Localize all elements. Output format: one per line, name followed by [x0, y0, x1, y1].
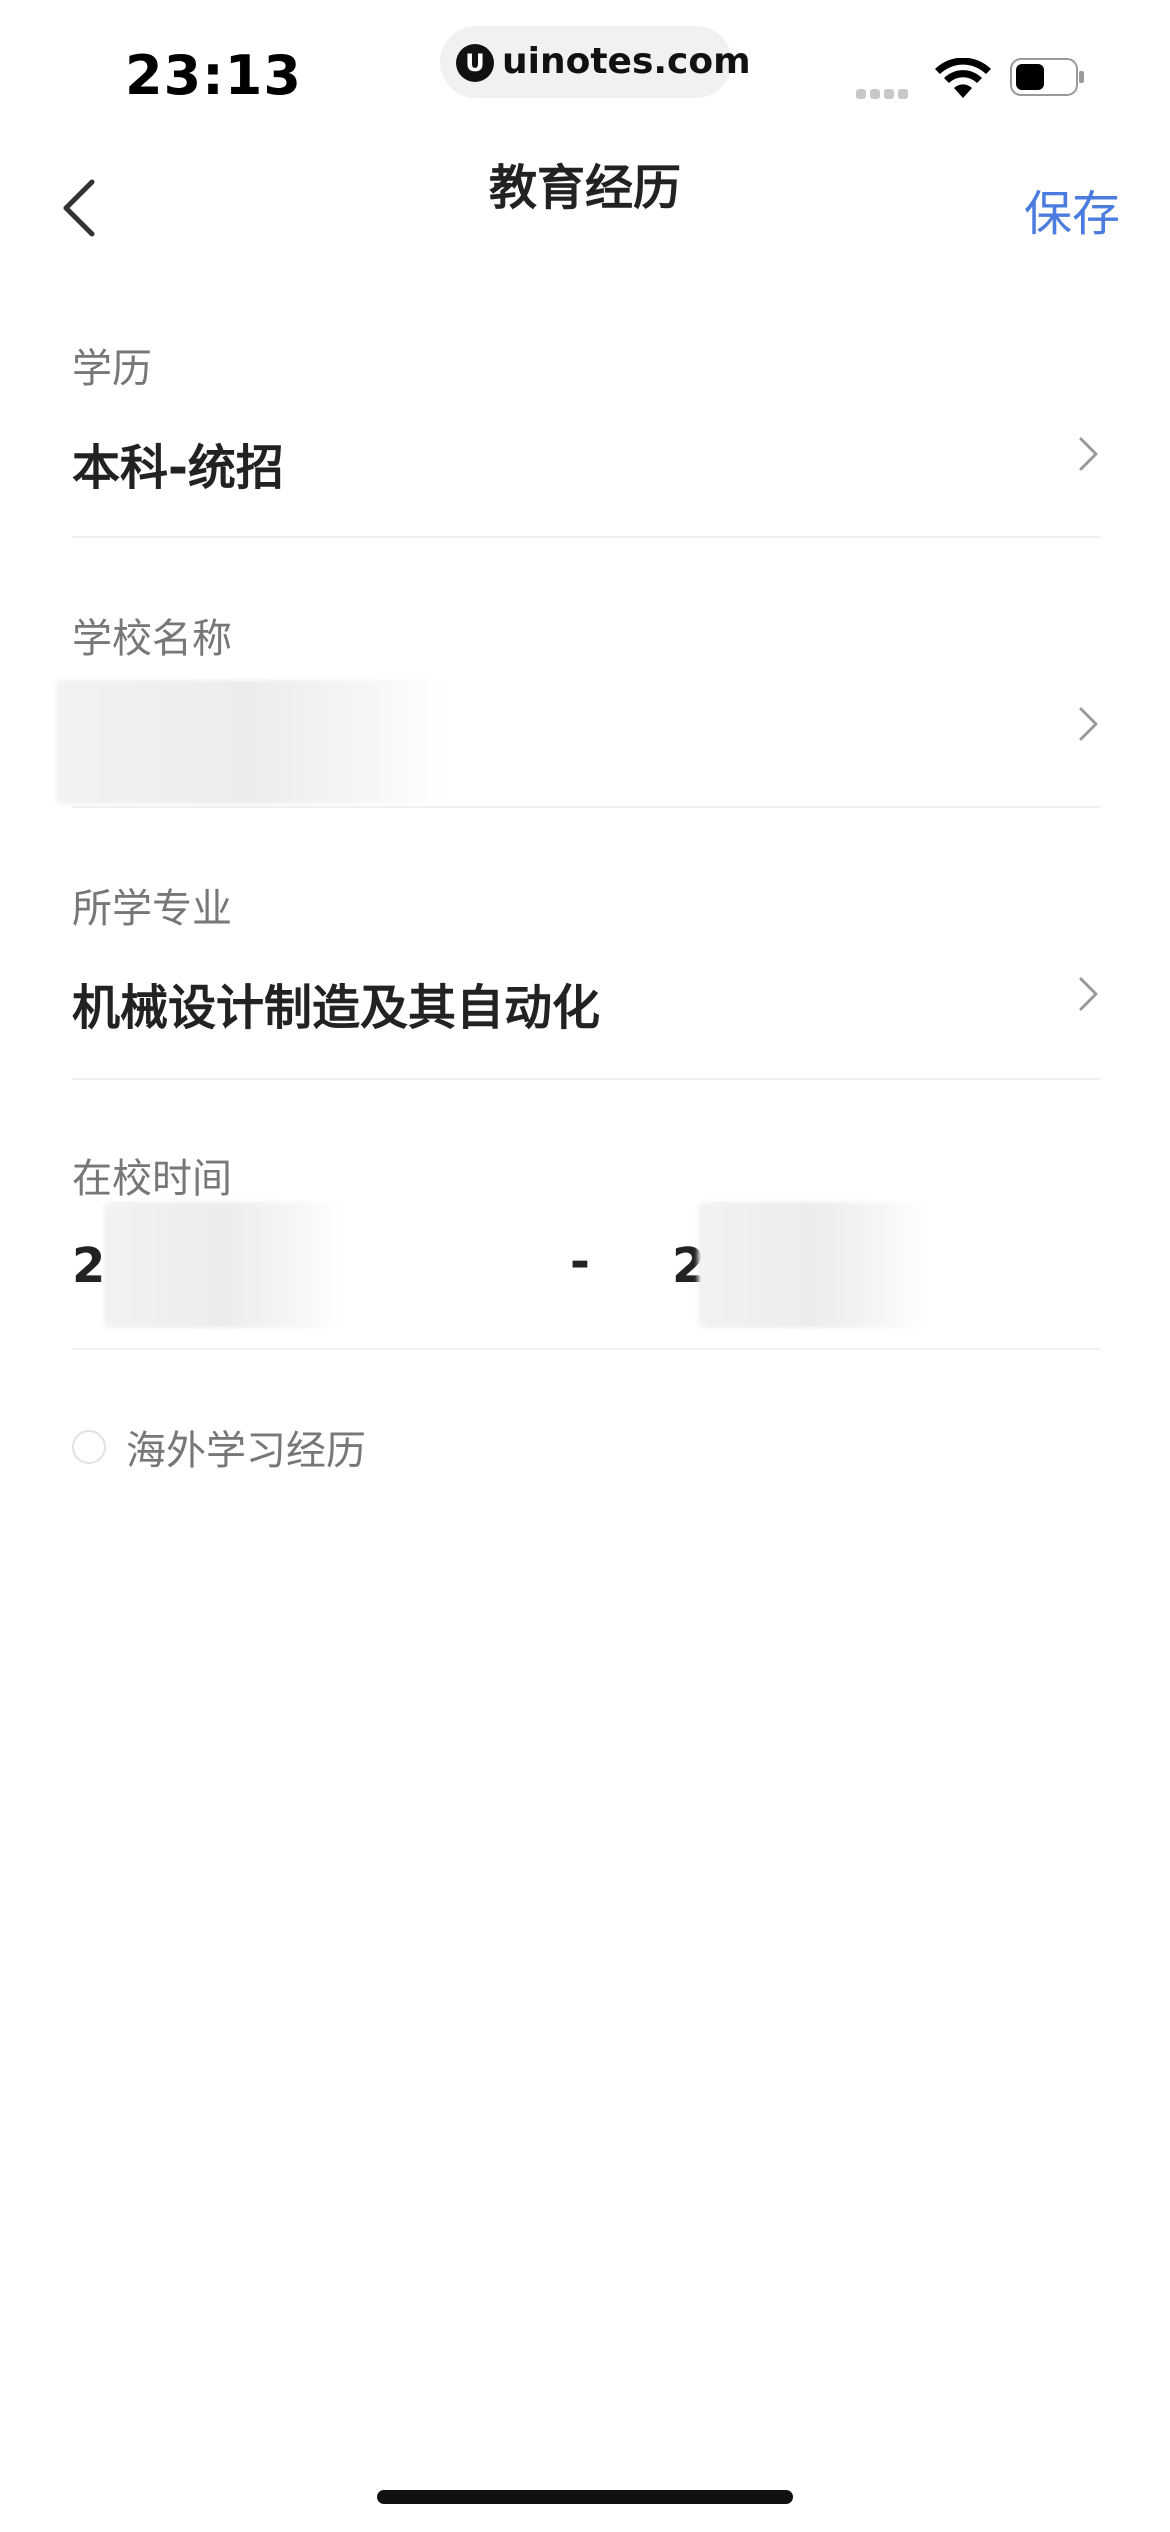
page-title: 教育经历 [488, 160, 681, 216]
date-separator: - [570, 1234, 590, 1290]
overseas-study-label: 海外学习经历 [126, 1428, 366, 1474]
major-row[interactable]: 所学专业 机械设计制造及其自动化 [72, 870, 1100, 1080]
radio-unchecked-icon[interactable] [72, 1430, 106, 1464]
major-value: 机械设计制造及其自动化 [72, 980, 601, 1036]
end-date-blurred [698, 1202, 928, 1328]
divider [72, 1348, 1100, 1350]
school-name-label: 学校名称 [72, 616, 232, 662]
divider [72, 536, 1100, 538]
url-text: uinotes.com [502, 41, 751, 82]
home-indicator[interactable] [377, 2490, 793, 2504]
status-time: 23:13 [125, 44, 302, 107]
education-level-row[interactable]: 学历 本科-统招 [72, 330, 1100, 538]
site-logo-icon: U [456, 44, 494, 82]
chevron-right-icon [1079, 977, 1098, 1011]
divider [72, 1078, 1100, 1080]
status-bar: 23:13 U uinotes.com [0, 0, 1170, 140]
chevron-right-icon [1079, 707, 1098, 741]
education-level-label: 学历 [72, 346, 152, 392]
end-date-field[interactable]: 2 [672, 1202, 962, 1342]
battery-icon [1010, 58, 1084, 96]
school-time-label: 在校时间 [72, 1156, 232, 1202]
education-level-value: 本科-统招 [72, 440, 284, 496]
major-label: 所学专业 [72, 886, 232, 932]
school-name-blurred-value [56, 680, 446, 804]
cellular-signal-icon [856, 84, 918, 99]
start-date-value: 2 [72, 1238, 106, 1294]
school-time-row: 在校时间 2 - 2 [72, 1140, 1100, 1350]
chevron-right-icon [1079, 437, 1098, 471]
divider [72, 806, 1100, 808]
start-date-blurred [104, 1202, 344, 1328]
school-name-row[interactable]: 学校名称 [56, 600, 1100, 808]
nav-bar: 教育经历 保存 [0, 140, 1170, 270]
start-date-field[interactable]: 2 [72, 1202, 362, 1342]
save-button[interactable]: 保存 [1024, 174, 1120, 244]
wifi-icon [935, 58, 991, 98]
url-pill[interactable]: U uinotes.com [440, 26, 751, 98]
